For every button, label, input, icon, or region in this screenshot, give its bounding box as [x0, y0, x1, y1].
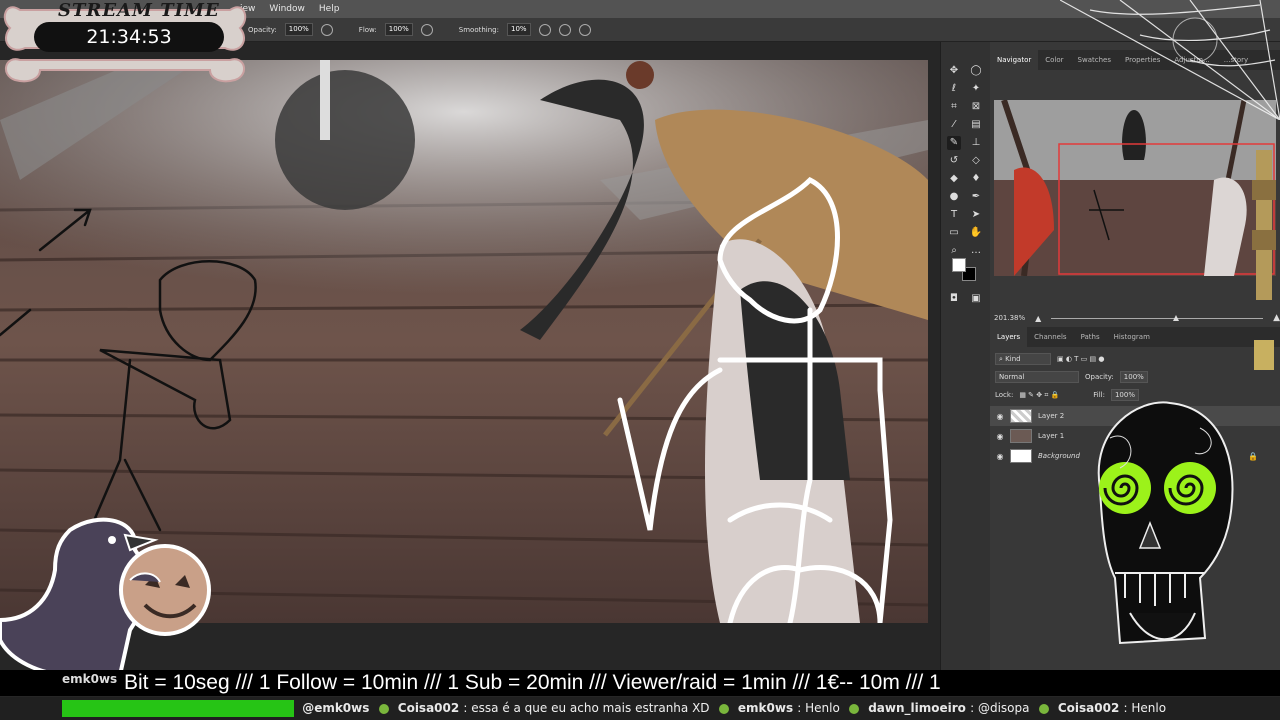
layer-name[interactable]: Background: [1038, 452, 1080, 460]
chat-message: : @disopa: [970, 701, 1030, 715]
layer-thumbnail: [1010, 449, 1032, 463]
navigator-thumbnail: [994, 100, 1276, 276]
menu-item-window[interactable]: Window: [269, 4, 305, 14]
layers-tabs: Layers Channels Paths Histogram: [990, 327, 1280, 347]
magic-wand-icon[interactable]: ✦: [969, 82, 983, 96]
type-tool-icon[interactable]: T: [947, 208, 961, 222]
move-tool-icon[interactable]: ✥: [947, 64, 961, 78]
filter-icons[interactable]: ▣ ◐ T ▭ ▤ ●: [1057, 355, 1104, 363]
chat-badge-icon: [1038, 703, 1049, 714]
layer-thumbnail: [1010, 429, 1032, 443]
blur-icon[interactable]: ♦: [969, 172, 983, 186]
stream-screen: iew Window Help Opacity: 100% Flow: 100%…: [0, 0, 1280, 720]
donation-ticker: Bit = 10seg /// 1 Follow = 10min /// 1 S…: [0, 670, 1280, 696]
foreground-color-swatch[interactable]: [952, 258, 966, 272]
zoom-slider-handle[interactable]: [1173, 314, 1180, 321]
ruler-icon[interactable]: ▤: [969, 118, 983, 132]
skull-sticker: [1097, 401, 1234, 645]
chat-message: : Henlo: [1123, 701, 1167, 715]
path-select-icon[interactable]: ➤: [969, 208, 983, 222]
bucket-icon[interactable]: ◆: [947, 172, 961, 186]
ticker-username: emk0ws: [62, 672, 118, 686]
opacity-field[interactable]: 100%: [284, 23, 313, 36]
opacity-label: Opacity:: [1085, 373, 1114, 381]
tab-channels[interactable]: Channels: [1027, 327, 1073, 347]
frame-tool-icon[interactable]: ⊠: [969, 100, 983, 114]
chat-message: : Henlo: [797, 701, 840, 715]
eye-icon[interactable]: ◉: [990, 432, 1010, 441]
pen-tool-icon[interactable]: ✒: [969, 190, 983, 204]
chat-badge-icon: [378, 703, 389, 714]
smoothing-field[interactable]: 10%: [506, 23, 531, 36]
opacity-input[interactable]: 100%: [1119, 371, 1148, 383]
eyedropper-icon[interactable]: ⁄: [947, 118, 961, 132]
lock-label: Lock:: [995, 391, 1014, 399]
eye-icon[interactable]: ◉: [990, 412, 1010, 421]
quick-mask-icon[interactable]: ◘: [947, 292, 961, 306]
more-tools-icon[interactable]: …: [969, 244, 983, 258]
chat-username: emk0ws: [737, 701, 794, 715]
zoom-slider[interactable]: [1051, 314, 1264, 321]
chat-username: Coisa002: [1057, 701, 1120, 715]
stream-timer: 21:34:53: [34, 22, 224, 52]
chat-badge-icon: [849, 703, 860, 714]
airbrush-icon[interactable]: [420, 23, 433, 36]
dodge-icon[interactable]: ●: [947, 190, 961, 204]
tab-histogram[interactable]: Histogram: [1107, 327, 1157, 347]
chat-ticker: @emk0ws Coisa002 : essa é a que eu acho …: [0, 697, 1280, 720]
gear-icon[interactable]: [538, 23, 551, 36]
crop-tool-icon[interactable]: ⌗: [947, 100, 961, 114]
tools-panel: ✥ ◯ ℓ ✦ ⌗ ⊠ ⁄ ▤ ✎ ⊥ ↺ ◇ ◆ ♦ ● ✒ T ➤ ▭ ✋ …: [940, 42, 990, 672]
eraser-icon[interactable]: ◇: [969, 154, 983, 168]
zoom-out-icon[interactable]: ▲: [1035, 314, 1041, 323]
chat-username: @emk0ws: [302, 701, 370, 715]
stamp-tool-icon[interactable]: ⊥: [969, 136, 983, 150]
zoom-row: 201.38% ▲ ▲: [990, 310, 1280, 326]
smoothing-label: Smoothing:: [458, 25, 499, 34]
stream-title: STREAM TIME: [58, 0, 220, 21]
layer-thumbnail: [1010, 409, 1032, 423]
tab-paths[interactable]: Paths: [1074, 327, 1107, 347]
chat-username: dawn_limoeiro: [868, 701, 966, 715]
symmetry-icon[interactable]: [578, 23, 591, 36]
layer-controls: ⌕ Kind ▣ ◐ T ▭ ▤ ● Normal Opacity: 100% …: [992, 350, 1278, 404]
flow-field[interactable]: 100%: [384, 23, 413, 36]
hand-tool-icon[interactable]: ✋: [969, 226, 983, 240]
cobweb-decoration: [1060, 0, 1280, 120]
zoom-tool-icon[interactable]: ⌕: [947, 244, 961, 258]
pressure-opacity-icon[interactable]: [320, 23, 333, 36]
lock-icon: 🔒: [1248, 451, 1258, 461]
highlight-bar: [62, 700, 294, 717]
eye-icon[interactable]: ◉: [990, 452, 1010, 461]
zoom-value[interactable]: 201.38%: [994, 314, 1025, 322]
lasso-tool-icon[interactable]: ℓ: [947, 82, 961, 96]
blend-mode-select[interactable]: Normal: [995, 371, 1079, 383]
filter-kind-select[interactable]: ⌕ Kind: [995, 353, 1051, 365]
tab-navigator[interactable]: Navigator: [990, 50, 1039, 70]
pressure-size-icon[interactable]: [558, 23, 571, 36]
screen-mode-icon[interactable]: ▣: [969, 292, 983, 306]
shape-tool-icon[interactable]: ▭: [947, 226, 961, 240]
navigator-preview[interactable]: [994, 100, 1276, 276]
opacity-label: Opacity:: [248, 25, 277, 34]
brush-tool-icon[interactable]: ✎: [947, 136, 961, 150]
chat-badge-icon: [718, 703, 729, 714]
chat-username: Coisa002: [397, 701, 460, 715]
layer-name[interactable]: Layer 2: [1038, 412, 1064, 420]
candlestick-decoration: [1252, 150, 1276, 370]
menu-item-help[interactable]: Help: [319, 4, 340, 14]
flow-label: Flow:: [358, 25, 377, 34]
chat-message: : essa é a que eu acho mais estranha XD: [463, 701, 710, 715]
tab-layers[interactable]: Layers: [990, 327, 1028, 347]
lock-icons[interactable]: ▦ ✎ ✥ ⌗ 🔒: [1019, 391, 1059, 400]
crow-pumpkin-sticker: [0, 517, 211, 677]
artboard-tool-icon[interactable]: ◯: [969, 64, 983, 78]
layer-name[interactable]: Layer 1: [1038, 432, 1064, 440]
history-brush-icon[interactable]: ↺: [947, 154, 961, 168]
